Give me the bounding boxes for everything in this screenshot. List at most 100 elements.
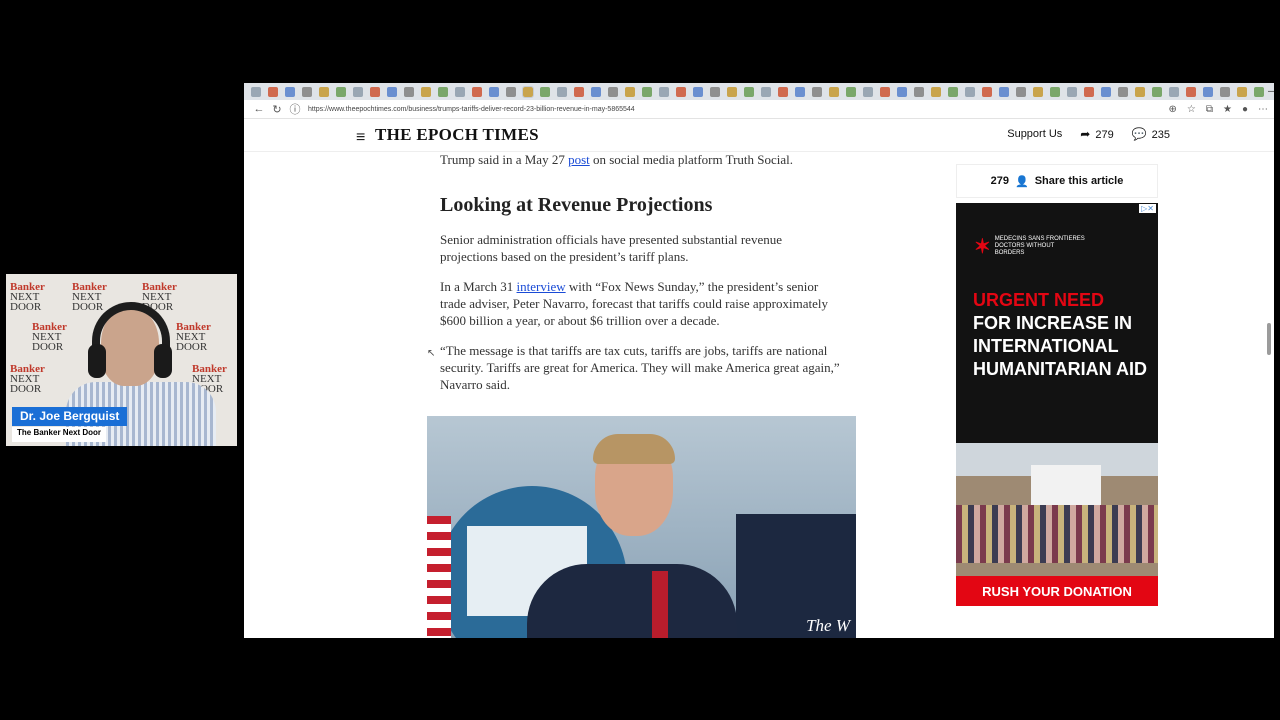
- browser-tab-favicon[interactable]: [999, 86, 1009, 97]
- site-masthead[interactable]: THE EPOCH TIMES: [375, 125, 539, 145]
- browser-tab-favicon[interactable]: [710, 86, 720, 97]
- browser-tab-favicon[interactable]: [795, 86, 805, 97]
- browser-tab-favicon[interactable]: [863, 86, 873, 97]
- browser-tab-favicon[interactable]: [1220, 86, 1230, 97]
- extensions-icon[interactable]: ⧉: [1206, 104, 1213, 115]
- interview-link[interactable]: interview: [517, 279, 566, 294]
- browser-tab-favicon[interactable]: [642, 86, 652, 97]
- share-arrow-icon: ➦: [1080, 127, 1091, 141]
- zoom-icon[interactable]: ⊕: [1168, 104, 1176, 115]
- more-icon[interactable]: ⋯: [1258, 104, 1268, 115]
- headphone-cup: [88, 344, 106, 378]
- browser-tab-favicon[interactable]: [1135, 86, 1145, 97]
- support-us-link[interactable]: Support Us: [1007, 128, 1062, 140]
- article-paragraph: In a March 31 interview with “Fox News S…: [440, 279, 828, 328]
- browser-tab-favicon[interactable]: [404, 86, 414, 97]
- browser-tab-favicon[interactable]: [1237, 86, 1247, 97]
- browser-tab-favicon[interactable]: [268, 86, 278, 97]
- browser-tab-favicon[interactable]: [1254, 86, 1264, 97]
- star-icon[interactable]: ☆: [1187, 104, 1196, 115]
- url-field[interactable]: https://www.theepochtimes.com/business/t…: [308, 106, 635, 113]
- minimize-icon[interactable]: —: [1268, 86, 1274, 97]
- backdrop-logo: Banker NEXT DOOR: [192, 363, 227, 395]
- share-article-button[interactable]: 279 👤 Share this article: [956, 164, 1158, 198]
- ad-headline: URGENT NEED FOR INCREASE IN INTERNATIONAL…: [973, 290, 1147, 379]
- browser-tab-favicon[interactable]: [727, 86, 737, 97]
- browser-tab-favicon[interactable]: [506, 86, 516, 97]
- browser-tab-favicon[interactable]: [522, 85, 534, 98]
- comment-bubble-icon: 💬: [1131, 127, 1147, 141]
- browser-tab-favicon[interactable]: [778, 86, 788, 97]
- browser-tab-favicon[interactable]: [931, 86, 941, 97]
- browser-tab-favicon[interactable]: [676, 86, 686, 97]
- browser-tab-favicon[interactable]: [982, 86, 992, 97]
- browser-tab-favicon[interactable]: [1016, 86, 1026, 97]
- browser-tab-favicon[interactable]: [251, 86, 261, 97]
- browser-tab-favicon[interactable]: [948, 86, 958, 97]
- browser-tab-favicon[interactable]: [574, 86, 584, 97]
- backdrop-logo: Banker NEXT DOOR: [142, 281, 177, 313]
- site-header: ≡ THE EPOCH TIMES Support Us ➦ 279 💬 235: [244, 119, 1274, 152]
- post-link[interactable]: post: [568, 152, 590, 167]
- browser-tab-favicon[interactable]: [489, 86, 499, 97]
- msf-logo: ✶ MEDECINS SANS FRONTIERES DOCTORS WITHOU…: [974, 236, 1085, 258]
- browser-tab-favicon[interactable]: [1084, 86, 1094, 97]
- browser-tab-favicon[interactable]: [625, 86, 635, 97]
- comment-count-button[interactable]: 💬 235: [1132, 127, 1170, 141]
- browser-tab-favicon[interactable]: [965, 86, 975, 97]
- browser-tab-favicon[interactable]: [829, 86, 839, 97]
- presenter-name: Dr. Joe Bergquist: [12, 407, 128, 426]
- browser-tab-favicon[interactable]: [472, 86, 482, 97]
- browser-tab-favicon[interactable]: [1033, 86, 1043, 97]
- tab-strip: — ▫ ✕: [244, 83, 1274, 100]
- browser-tab-favicon[interactable]: [744, 86, 754, 97]
- browser-tab-favicon[interactable]: [1118, 86, 1128, 97]
- profile-icon[interactable]: ●: [1242, 104, 1248, 115]
- browser-tab-favicon[interactable]: [421, 86, 431, 97]
- browser-tab-favicon[interactable]: [387, 86, 397, 97]
- browser-tab-favicon[interactable]: [285, 86, 295, 97]
- browser-tab-favicon[interactable]: [540, 86, 550, 97]
- share-count: 279: [990, 175, 1009, 187]
- browser-tab-favicon[interactable]: [608, 86, 618, 97]
- browser-tab-favicon[interactable]: [1050, 86, 1060, 97]
- browser-tab-favicon[interactable]: [1169, 86, 1179, 97]
- share-count-button[interactable]: ➦ 279: [1080, 127, 1113, 141]
- browser-tab-favicon[interactable]: [761, 86, 771, 97]
- browser-tab-favicon[interactable]: [302, 86, 312, 97]
- browser-tab-favicon[interactable]: [659, 86, 669, 97]
- browser-tab-favicon[interactable]: [1203, 86, 1213, 97]
- browser-tab-favicon[interactable]: [846, 86, 856, 97]
- window-controls: — ▫ ✕: [1268, 86, 1274, 97]
- browser-tab-favicon[interactable]: [336, 86, 346, 97]
- browser-tab-favicon[interactable]: [370, 86, 380, 97]
- site-info-icon[interactable]: ⓘ: [286, 101, 304, 117]
- browser-tab-favicon[interactable]: [897, 86, 907, 97]
- browser-tab-favicon[interactable]: [1152, 86, 1162, 97]
- scrollbar-thumb[interactable]: [1267, 323, 1271, 355]
- browser-tab-favicon[interactable]: [914, 86, 924, 97]
- hamburger-menu-icon[interactable]: ≡: [356, 129, 365, 147]
- browser-tab-favicon[interactable]: [438, 86, 448, 97]
- advertisement[interactable]: ▷✕ ✶ MEDECINS SANS FRONTIERES DOCTORS WIT…: [956, 203, 1158, 606]
- browser-tab-favicon[interactable]: [455, 86, 465, 97]
- favorites-icon[interactable]: ★: [1223, 104, 1232, 115]
- reload-icon[interactable]: ↻: [268, 103, 286, 116]
- article-paragraph: Trump said in a May 27 post on social me…: [440, 152, 794, 167]
- browser-tab-favicon[interactable]: [812, 86, 822, 97]
- show-name: The Banker Next Door: [12, 427, 107, 442]
- article-photo[interactable]: The W: [427, 416, 856, 638]
- browser-tab-favicon[interactable]: [693, 86, 703, 97]
- donate-button[interactable]: RUSH YOUR DONATION: [956, 576, 1158, 606]
- speaker-hair: [593, 434, 675, 464]
- browser-tab-favicon[interactable]: [1067, 86, 1077, 97]
- back-icon[interactable]: ←: [250, 103, 268, 115]
- browser-tab-favicon[interactable]: [1101, 86, 1111, 97]
- browser-tab-favicon[interactable]: [557, 86, 567, 97]
- browser-tab-favicon[interactable]: [319, 86, 329, 97]
- browser-tab-favicon[interactable]: [1186, 86, 1196, 97]
- browser-tab-favicon[interactable]: [353, 86, 363, 97]
- browser-tab-favicon[interactable]: [591, 86, 601, 97]
- ad-choices-icon[interactable]: ▷✕: [1139, 204, 1156, 213]
- browser-tab-favicon[interactable]: [880, 86, 890, 97]
